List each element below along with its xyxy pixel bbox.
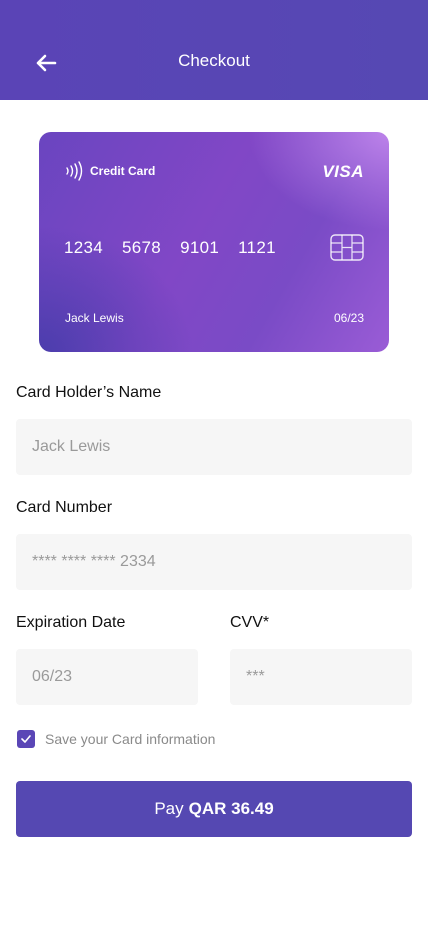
page-title: Checkout bbox=[178, 51, 250, 70]
holder-name-input[interactable] bbox=[16, 419, 412, 475]
card-number-group: 9101 bbox=[180, 238, 220, 257]
expiration-date-label: Expiration Date bbox=[16, 614, 126, 631]
pay-button[interactable]: Pay QAR 36.49 bbox=[16, 781, 412, 837]
card-number-display: 1234 5678 9101 1121 bbox=[64, 238, 276, 258]
card-number-group: 1121 bbox=[238, 238, 276, 257]
card-expiry: 06/23 bbox=[333, 311, 364, 325]
credit-card-preview: Credit Card VISA 1234 5678 9101 1121 Jac… bbox=[39, 132, 389, 352]
card-number-group: 1234 bbox=[64, 238, 104, 257]
contactless-icon bbox=[66, 161, 83, 181]
header-bar: Checkout bbox=[0, 0, 428, 100]
card-brand-logo: VISA bbox=[322, 162, 364, 181]
card-number-input[interactable] bbox=[16, 534, 412, 590]
holder-name-label: Card Holder’s Name bbox=[16, 384, 162, 401]
cvv-input[interactable] bbox=[230, 649, 412, 705]
card-holder-name: Jack Lewis bbox=[65, 311, 124, 325]
checkmark-icon bbox=[21, 735, 31, 743]
chip-icon bbox=[330, 234, 364, 261]
card-number-label: Card Number bbox=[16, 499, 113, 516]
cvv-label: CVV* bbox=[230, 614, 270, 631]
expiration-date-input[interactable] bbox=[16, 649, 198, 705]
save-card-label: Save your Card information bbox=[45, 731, 216, 747]
save-card-checkbox[interactable] bbox=[17, 730, 35, 748]
card-type-label: Credit Card bbox=[90, 164, 156, 178]
save-card-option[interactable]: Save your Card information bbox=[17, 730, 215, 748]
pay-button-prefix: Pay bbox=[154, 799, 184, 818]
card-number-group: 5678 bbox=[122, 238, 162, 257]
pay-amount: QAR 36.49 bbox=[188, 799, 274, 818]
